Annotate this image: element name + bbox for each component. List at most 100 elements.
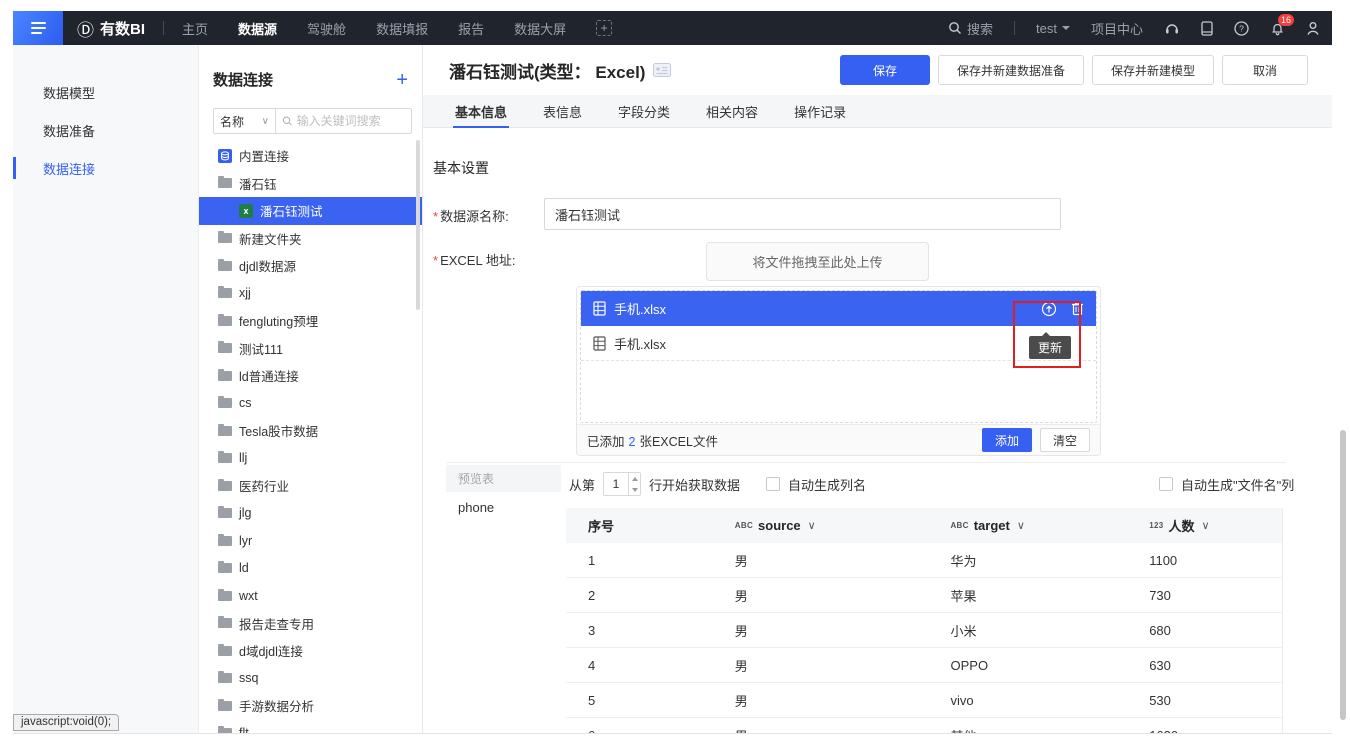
tree-item-folder[interactable]: wxt [199, 582, 422, 610]
save-and-new-model-button[interactable]: 保存并新建模型 [1092, 55, 1214, 85]
save-button[interactable]: 保存 [840, 55, 930, 85]
search-button[interactable]: 搜索 [948, 19, 993, 38]
table-row: 1 男 华为 1100 [566, 543, 1282, 578]
brand-icon: Ⓓ [77, 16, 94, 41]
tab-field-category[interactable]: 字段分类 [600, 95, 688, 127]
tab-related-content[interactable]: 相关内容 [688, 95, 776, 127]
folder-icon [218, 343, 232, 353]
tab-table-info[interactable]: 表信息 [525, 95, 600, 127]
file-row[interactable]: 手机.xlsx [581, 326, 1096, 361]
cancel-button[interactable]: 取消 [1222, 55, 1308, 85]
file-name: 手机.xlsx [614, 334, 666, 353]
tree-item-folder[interactable]: 测试111 [199, 335, 422, 363]
folder-icon [218, 426, 232, 436]
stepper-down-icon[interactable] [629, 484, 640, 495]
tree-item-folder[interactable]: Tesla股市数据 [199, 417, 422, 445]
file-row-selected[interactable]: 手机.xlsx [581, 291, 1096, 326]
tree-item-folder[interactable]: flt [199, 720, 422, 734]
content-row: 数据模型 数据准备 数据连接 数据连接 + 名称 ∨ 内置连接 [13, 45, 1332, 733]
tree-item-folder[interactable]: 报告走查专用 [199, 610, 422, 638]
browser-status-bar: javascript:void(0); [13, 714, 119, 731]
column-header-source[interactable]: ABCsource∨ [713, 518, 929, 533]
main-menu: 主页 数据源 驾驶舱 数据填报 报告 数据大屏 [182, 19, 566, 38]
folder-icon [218, 453, 232, 463]
sidebar-item-data-model[interactable]: 数据模型 [13, 73, 198, 111]
auto-columns-label: 自动生成列名 [788, 475, 866, 494]
type-tag-text: ABC [735, 521, 753, 530]
menu-item-datasource[interactable]: 数据源 [238, 19, 277, 38]
auto-columns-checkbox[interactable] [766, 477, 780, 491]
menu-item-report[interactable]: 报告 [458, 19, 484, 38]
tree-item-folder[interactable]: fengluting预埋 [199, 307, 422, 335]
column-header-count[interactable]: 123人数∨ [1127, 516, 1282, 535]
tree-item-folder[interactable]: lyr [199, 527, 422, 555]
folder-icon [218, 316, 232, 326]
tree-item-folder[interactable]: 潘石钰 [199, 170, 422, 198]
tree-item-folder[interactable]: ld普通连接 [199, 362, 422, 390]
add-connection-icon[interactable]: + [396, 71, 408, 89]
datasource-name-input[interactable] [544, 198, 1061, 230]
stepper-up-icon[interactable] [629, 473, 640, 484]
excel-doc-icon [593, 301, 606, 316]
save-and-new-prep-button[interactable]: 保存并新建数据准备 [938, 55, 1084, 85]
connection-tree-panel: 数据连接 + 名称 ∨ 内置连接 潘石钰 x潘石钰测试 新建文件夹 djdl数据… [199, 45, 423, 733]
menu-item-datafill[interactable]: 数据填报 [376, 19, 428, 38]
user-dropdown[interactable]: test [1036, 21, 1070, 36]
account-button[interactable] [1306, 21, 1320, 36]
auto-filename-checkbox[interactable] [1159, 477, 1173, 491]
tree-item-folder[interactable]: jlg [199, 500, 422, 528]
add-file-button[interactable]: 添加 [982, 428, 1032, 452]
help-button[interactable]: ? [1234, 21, 1249, 36]
menu-item-home[interactable]: 主页 [182, 19, 208, 38]
clear-files-button[interactable]: 清空 [1040, 428, 1090, 452]
divider [163, 21, 164, 35]
sheet-item-phone[interactable]: phone [446, 494, 561, 521]
folder-icon [218, 398, 232, 408]
search-field-select[interactable]: 名称 ∨ [214, 109, 276, 133]
tree-item-folder[interactable]: xjj [199, 280, 422, 308]
tree-item-folder[interactable]: ssq [199, 665, 422, 693]
tree-item-folder[interactable]: llj [199, 445, 422, 473]
notifications-button[interactable]: 16 [1270, 21, 1285, 36]
sidebar-item-data-prep[interactable]: 数据准备 [13, 111, 198, 149]
tree-item-folder[interactable]: d域djdl连接 [199, 637, 422, 665]
tree-item-folder[interactable]: 手游数据分析 [199, 692, 422, 720]
chevron-down-icon: ∨ [262, 116, 269, 127]
tab-basic-info[interactable]: 基本信息 [437, 95, 525, 127]
tree-item-folder[interactable]: 新建文件夹 [199, 225, 422, 253]
tree-search-input[interactable] [297, 114, 405, 128]
tab-operation-log[interactable]: 操作记录 [776, 95, 864, 127]
menu-toggle-button[interactable] [13, 11, 63, 45]
datasource-name-label: *数据源名称: [433, 206, 509, 225]
column-header-index: 序号 [566, 516, 713, 535]
preview-controls: 从第 行开始获取数据 自动生成列名 [569, 470, 866, 498]
tree-item-folder[interactable]: ld [199, 555, 422, 583]
browser-scrollbar[interactable] [1340, 430, 1346, 720]
file-dropzone[interactable]: 将文件拖拽至此处上传 [706, 242, 929, 281]
support-button[interactable] [1164, 21, 1180, 36]
folder-icon [218, 728, 232, 733]
menu-item-cockpit[interactable]: 驾驶舱 [307, 19, 346, 38]
tree-item-folder[interactable]: 医药行业 [199, 472, 422, 500]
sidebar-item-data-connection[interactable]: 数据连接 [13, 149, 198, 187]
menu-item-bigscreen[interactable]: 数据大屏 [514, 19, 566, 38]
row-start-input[interactable] [604, 473, 628, 495]
project-center-link[interactable]: 项目中心 [1091, 19, 1143, 38]
tree-item-folder[interactable]: cs [199, 390, 422, 418]
app-logo[interactable]: Ⓓ 有数BI [77, 16, 145, 41]
headset-icon [1164, 21, 1180, 36]
tree-scrollbar[interactable] [416, 140, 420, 310]
tree-item-builtin[interactable]: 内置连接 [199, 142, 422, 170]
table-row: 2 男 苹果 730 [566, 578, 1282, 613]
database-icon [218, 149, 232, 163]
search-icon [948, 21, 962, 35]
delete-file-icon[interactable] [1071, 301, 1084, 316]
add-module-icon[interactable]: + [596, 20, 612, 36]
tree-item-selected-datasource[interactable]: x潘石钰测试 [199, 197, 422, 225]
excel-address-label: *EXCEL 地址: [433, 250, 515, 269]
folder-icon [218, 233, 232, 243]
mobile-app-button[interactable] [1201, 21, 1213, 36]
update-file-icon[interactable] [1041, 301, 1057, 317]
tree-item-folder[interactable]: djdl数据源 [199, 252, 422, 280]
column-header-target[interactable]: ABCtarget∨ [928, 518, 1127, 533]
